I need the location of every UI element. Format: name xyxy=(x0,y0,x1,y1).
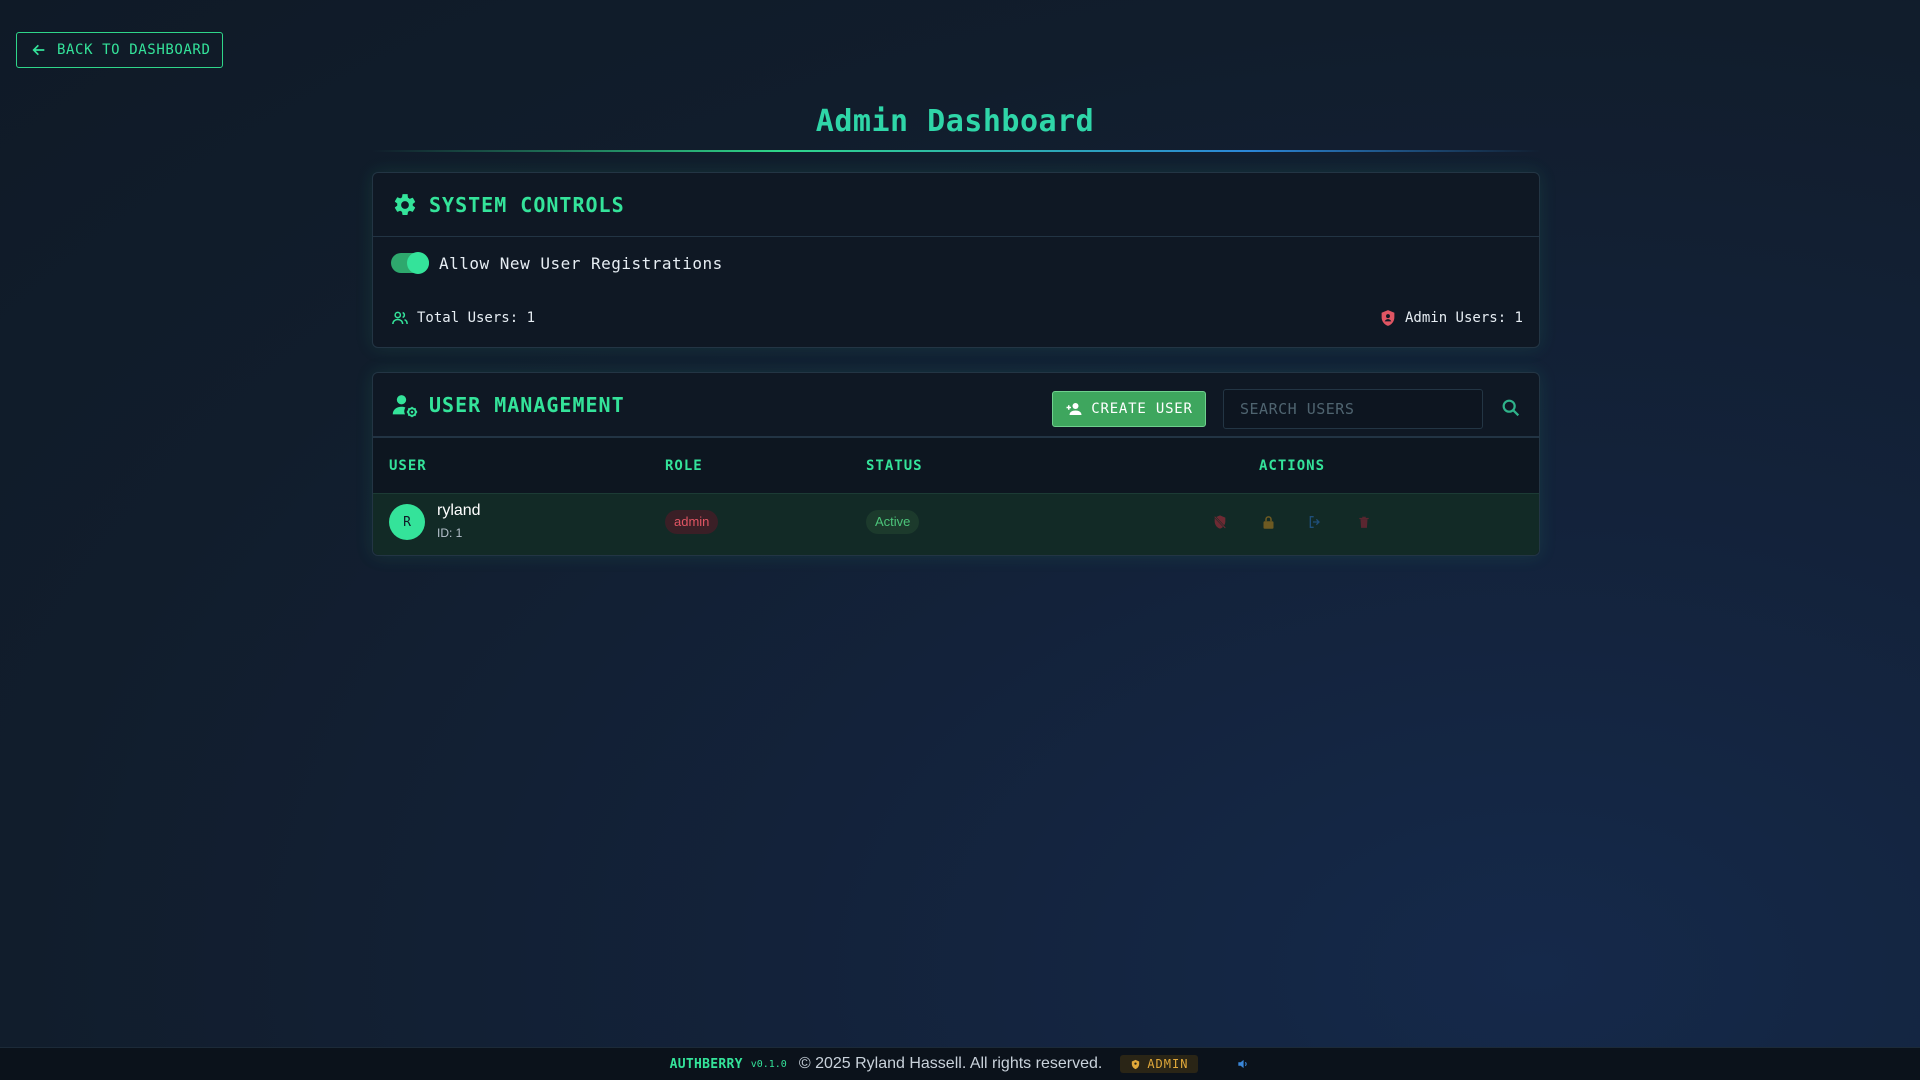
username: ryland xyxy=(437,502,481,519)
footer-brand: AUTHBERRY xyxy=(669,1056,743,1072)
column-header-role: ROLE xyxy=(665,458,703,474)
system-controls-header: SYSTEM CONTROLS xyxy=(373,173,1539,237)
search-users-input[interactable] xyxy=(1223,389,1483,429)
column-header-actions: ACTIONS xyxy=(1259,458,1326,474)
user-management-panel: USER MANAGEMENT CREATE USER USER ROLE ST… xyxy=(372,372,1540,556)
user-id: ID: 1 xyxy=(437,526,463,540)
admin-shield-icon xyxy=(1381,310,1395,326)
person-add-icon xyxy=(1066,403,1082,415)
user-settings-icon xyxy=(391,391,419,419)
create-user-button[interactable]: CREATE USER xyxy=(1052,391,1206,427)
footer: AUTHBERRY v0.1.0 © 2025 Ryland Hassell. … xyxy=(0,1047,1920,1080)
role-badge: admin xyxy=(665,510,719,534)
column-header-status: STATUS xyxy=(866,458,923,474)
shield-icon xyxy=(1132,1059,1140,1069)
gear-icon xyxy=(391,191,419,219)
create-user-label: CREATE USER xyxy=(1091,401,1193,417)
shield-off-icon[interactable] xyxy=(1210,512,1230,532)
lock-icon[interactable] xyxy=(1258,512,1278,532)
admin-users-stat: Admin Users: 1 xyxy=(1379,309,1523,327)
system-controls-panel: SYSTEM CONTROLS Allow New User Registrat… xyxy=(372,172,1540,348)
registration-toggle-row: Allow New User Registrations xyxy=(391,252,723,274)
user-management-title: USER MANAGEMENT xyxy=(429,392,625,417)
system-controls-title: SYSTEM CONTROLS xyxy=(429,192,625,217)
back-to-dashboard-button[interactable]: BACK TO DASHBOARD xyxy=(16,32,223,68)
admin-role-badge: ADMIN xyxy=(1120,1055,1199,1073)
status-badge: Active xyxy=(866,510,920,534)
table-row: R ryland ID: 1 admin Active xyxy=(373,493,1539,555)
logout-icon[interactable] xyxy=(1305,512,1325,532)
arrow-left-icon xyxy=(32,44,45,56)
admin-users-label: Admin Users: 1 xyxy=(1404,310,1523,326)
footer-version: v0.1.0 xyxy=(750,1058,787,1070)
speaker-icon[interactable] xyxy=(1236,1057,1250,1071)
trash-icon[interactable] xyxy=(1354,512,1374,532)
title-divider xyxy=(372,150,1540,152)
column-header-user: USER xyxy=(389,458,427,474)
users-icon xyxy=(392,311,408,325)
footer-copyright: © 2025 Ryland Hassell. All rights reserv… xyxy=(798,1055,1103,1072)
avatar: R xyxy=(389,504,425,540)
total-users-label: Total Users: 1 xyxy=(417,310,536,326)
registration-toggle-label: Allow New User Registrations xyxy=(439,253,723,273)
total-users-stat: Total Users: 1 xyxy=(391,309,535,327)
registration-toggle[interactable] xyxy=(391,252,429,274)
table-header: USER ROLE STATUS ACTIONS xyxy=(373,437,1539,493)
page-title: Admin Dashboard xyxy=(815,104,1095,139)
admin-badge-label: ADMIN xyxy=(1147,1057,1189,1071)
back-button-label: BACK TO DASHBOARD xyxy=(57,42,211,58)
search-icon[interactable] xyxy=(1500,397,1524,421)
